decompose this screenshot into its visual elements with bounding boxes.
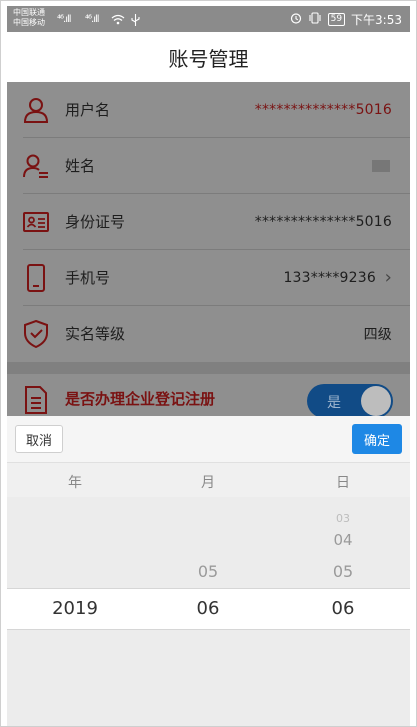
row-label: 实名等级 xyxy=(65,325,126,343)
row-name[interactable]: 姓名 xyxy=(7,138,410,193)
battery-level: 59 xyxy=(327,13,346,26)
header: 账号管理 xyxy=(7,32,410,82)
row-label: 手机号 xyxy=(65,269,111,287)
page-title: 账号管理 xyxy=(168,46,249,71)
user-icon xyxy=(22,96,50,124)
date-picker-sheet: 取消 确定 年 月 日 03 04 05 05 2019 06 06 xyxy=(7,416,410,726)
time: 下午3:53 xyxy=(351,13,402,27)
signal-icon: ⁴⁶.ıll xyxy=(85,14,99,25)
section-separator xyxy=(7,362,410,374)
status-right: 59 下午3:53 xyxy=(290,11,402,28)
month-option-selected[interactable]: 06 xyxy=(197,598,220,619)
document-icon xyxy=(24,386,50,414)
chevron-right-icon: › xyxy=(384,267,392,288)
toggle-knob xyxy=(361,386,391,416)
row-username[interactable]: 用户名 **************5016 xyxy=(7,82,410,137)
row-verification-level[interactable]: 实名等级 四级 xyxy=(7,306,410,361)
status-bar: 中国联通 中国移动 ⁴⁶.ıll ⁴⁶.ıll 59 下午3:53 xyxy=(7,6,410,32)
row-id-number[interactable]: 身份证号 **************5016 xyxy=(7,194,410,249)
picker-wheels[interactable]: 03 04 05 05 2019 06 06 xyxy=(7,497,410,726)
alarm-icon xyxy=(290,12,302,27)
id-card-icon xyxy=(22,208,50,236)
column-year-header: 年 xyxy=(68,475,82,491)
column-day-header: 日 xyxy=(336,475,350,491)
year-option-selected[interactable]: 2019 xyxy=(52,598,98,619)
phone-screen: 中国联通 中国移动 ⁴⁶.ıll ⁴⁶.ıll 59 下午3:53 账号管理 用… xyxy=(0,0,417,727)
row-label: 姓名 xyxy=(65,157,96,175)
usb-icon xyxy=(131,14,140,29)
shield-check-icon xyxy=(22,319,50,348)
account-info-list: 用户名 **************5016 姓名 身份证号 *********… xyxy=(7,82,410,418)
confirm-button[interactable]: 确定 xyxy=(352,424,402,454)
toggle-text: 是 xyxy=(327,395,341,411)
month-option[interactable]: 05 xyxy=(198,562,218,581)
day-option[interactable]: 04 xyxy=(333,531,352,549)
name-value-blurred xyxy=(372,159,390,172)
row-phone[interactable]: 手机号 133****9236 › xyxy=(7,250,410,305)
day-option[interactable]: 03 xyxy=(336,514,350,523)
picker-column-headers: 年 月 日 xyxy=(7,462,410,498)
carrier-names: 中国联通 中国移动 xyxy=(13,8,45,27)
verification-level-value: 四级 xyxy=(363,326,392,343)
phone-value: 133****9236 xyxy=(283,269,376,286)
day-option[interactable]: 05 xyxy=(333,562,353,581)
name-card-icon xyxy=(22,152,50,180)
row-label: 用户名 xyxy=(65,101,111,119)
column-month-header: 月 xyxy=(201,475,215,491)
vibrate-icon xyxy=(308,12,322,27)
enterprise-registration-toggle[interactable]: 是 xyxy=(307,384,393,418)
enterprise-registration-label: 是否办理企业登记注册 xyxy=(65,390,216,408)
picker-toolbar: 取消 确定 xyxy=(7,416,410,462)
wifi-icon xyxy=(111,14,125,28)
row-label: 身份证号 xyxy=(65,213,126,231)
id-number-value: **************5016 xyxy=(254,213,392,230)
cancel-button[interactable]: 取消 xyxy=(15,425,63,453)
day-option-selected[interactable]: 06 xyxy=(332,598,355,619)
username-value: **************5016 xyxy=(254,101,392,118)
phone-icon xyxy=(22,263,50,292)
signal-icon: ⁴⁶.ıll xyxy=(57,14,71,25)
